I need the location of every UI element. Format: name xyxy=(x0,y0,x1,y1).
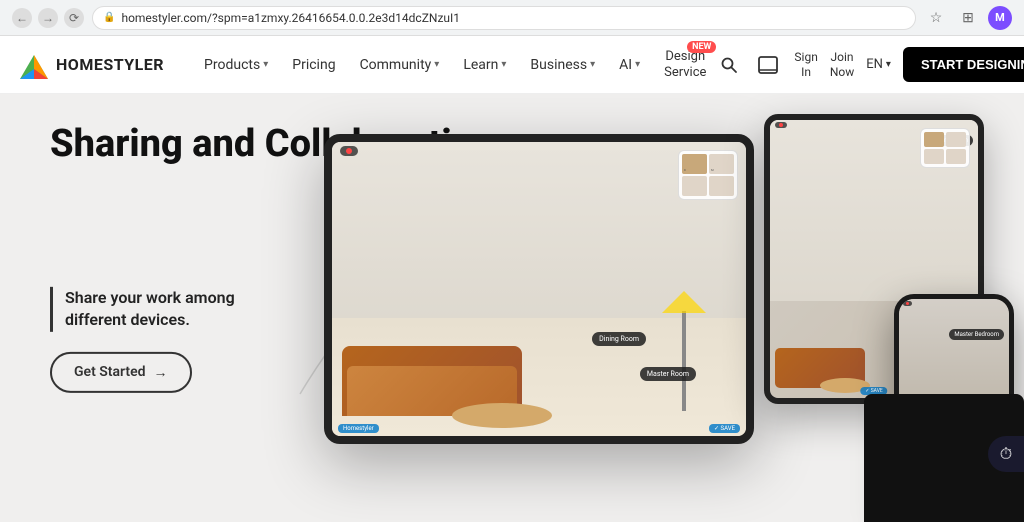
nav-learn[interactable]: Learn ▾ xyxy=(453,51,516,79)
nav-pricing[interactable]: Pricing xyxy=(282,51,345,79)
minimap-room-3 xyxy=(682,176,707,196)
coffee-table xyxy=(452,403,552,428)
phone-room-label: Master Bedroom xyxy=(949,329,1004,340)
search-button[interactable] xyxy=(716,52,742,78)
browser-actions: ☆ ⊞ M xyxy=(924,6,1012,30)
tablet-right-dot xyxy=(779,123,783,127)
floor-lamp xyxy=(682,311,686,411)
tablet-right-minimap-4 xyxy=(946,149,966,164)
new-badge: NEW xyxy=(687,41,716,53)
star-button[interactable]: ☆ xyxy=(924,6,948,30)
tablet-status-dot xyxy=(346,148,352,154)
extensions-button[interactable]: ⊞ xyxy=(956,6,980,30)
master-room-label: Master Room xyxy=(640,367,696,381)
nav-right: Sign In Join Now EN ▾ START DESIGNING → xyxy=(716,47,1024,82)
reload-button[interactable]: ⟳ xyxy=(64,8,84,28)
design-service-text: DesignService xyxy=(664,49,706,80)
logo-icon xyxy=(20,51,48,79)
back-button[interactable]: ← xyxy=(12,8,32,28)
nav-links: Products ▾ Pricing Community ▾ Learn ▾ B… xyxy=(194,49,716,80)
minimap-label-2: M xyxy=(711,168,714,172)
hero-section: Sharing and Collaboration Share your wor… xyxy=(0,94,1024,522)
logo[interactable]: HOMESTYLER xyxy=(20,51,164,79)
tablet-right-minimap-3 xyxy=(924,149,944,164)
tablet-action-btn[interactable]: ✓ SAVE xyxy=(709,424,740,433)
homestyler-brand-label: Homestyler xyxy=(338,424,379,433)
get-started-button[interactable]: Get Started → xyxy=(50,352,192,393)
tagline: Share your work amongdifferent devices. xyxy=(50,287,235,332)
learn-chevron-icon: ▾ xyxy=(501,59,506,70)
phone-status-dot xyxy=(906,302,909,305)
support-icon: ⏱ xyxy=(1000,444,1012,464)
ai-chevron-icon: ▾ xyxy=(635,59,640,70)
nav-products[interactable]: Products ▾ xyxy=(194,51,278,79)
nav-design-service[interactable]: NEW DesignService xyxy=(654,49,716,80)
main-content: Sharing and Collaboration Share your wor… xyxy=(0,94,1024,522)
minimap-room-4 xyxy=(709,176,734,196)
community-chevron-icon: ▾ xyxy=(434,59,439,70)
phone-topbar xyxy=(903,301,912,306)
dining-room-label: Dining Room xyxy=(592,332,646,346)
support-button[interactable]: ⏱ xyxy=(988,436,1024,472)
address-bar[interactable]: 🔒 homestyler.com/?spm=a1zmxy.26416654.0.… xyxy=(92,6,916,30)
tablet-view-button[interactable] xyxy=(754,52,782,78)
products-chevron-icon: ▾ xyxy=(263,59,268,70)
tablet-right-minimap-1 xyxy=(924,132,944,147)
tablet-large: Dining Room Master Room D M xyxy=(324,134,754,444)
devices-container: Dining Room Master Room D M xyxy=(324,114,1024,522)
search-icon xyxy=(720,56,738,74)
tablet-icon xyxy=(758,56,778,74)
tablet-top-bar xyxy=(340,146,358,156)
join-now-button[interactable]: Join Now xyxy=(830,50,854,79)
language-selector[interactable]: EN ▾ xyxy=(866,57,891,72)
tablet-large-screen: Dining Room Master Room D M xyxy=(332,142,746,436)
nav-community[interactable]: Community ▾ xyxy=(350,51,450,79)
minimap-panel: D M xyxy=(678,150,738,200)
nav-ai[interactable]: AI ▾ xyxy=(609,51,650,79)
lang-chevron-icon: ▾ xyxy=(886,59,891,70)
get-started-arrow-icon: → xyxy=(154,364,168,381)
nav-business[interactable]: Business ▾ xyxy=(520,51,605,79)
business-chevron-icon: ▾ xyxy=(590,59,595,70)
tablet-right-topbar xyxy=(775,122,787,128)
forward-button[interactable]: → xyxy=(38,8,58,28)
left-content: Share your work amongdifferent devices. … xyxy=(50,287,235,393)
browser-chrome: ← → ⟳ 🔒 homestyler.com/?spm=a1zmxy.26416… xyxy=(0,0,1024,36)
start-designing-button[interactable]: START DESIGNING → xyxy=(903,47,1024,82)
minimap-room-2: M xyxy=(709,154,734,174)
minimap-room-1: D xyxy=(682,154,707,174)
sign-in-button[interactable]: Sign In xyxy=(794,50,817,79)
profile-avatar[interactable]: M xyxy=(988,6,1012,30)
url-text: homestyler.com/?spm=a1zmxy.26416654.0.0.… xyxy=(121,11,460,25)
tablet-right-minimap-2 xyxy=(946,132,966,147)
navbar: HOMESTYLER Products ▾ Pricing Community … xyxy=(0,36,1024,94)
browser-nav-buttons: ← → ⟳ xyxy=(12,8,84,28)
logo-text: HOMESTYLER xyxy=(56,55,164,74)
minimap-label-1: D xyxy=(684,168,686,172)
lock-icon: 🔒 xyxy=(103,12,115,23)
tablet-right-minimap xyxy=(920,128,970,168)
